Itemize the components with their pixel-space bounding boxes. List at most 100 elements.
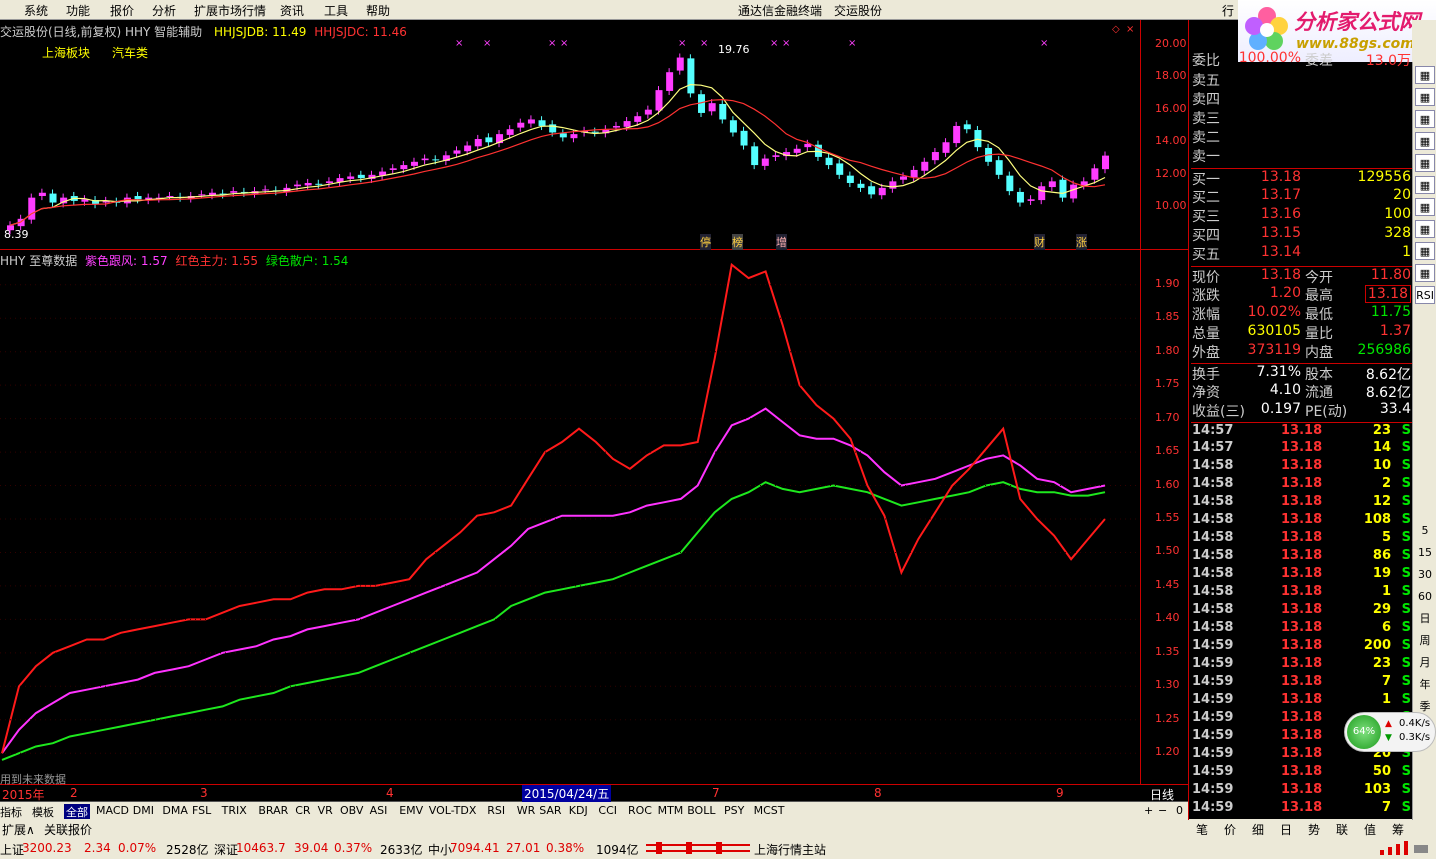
list-icon[interactable]: ▦ (1415, 66, 1435, 84)
event-marker[interactable]: 榜 (732, 234, 743, 250)
chart-icon[interactable]: ▦ (1415, 176, 1435, 194)
buy-label: 买四 (1192, 228, 1220, 244)
tab-指标[interactable]: 指标 (0, 804, 22, 820)
ext-button[interactable]: 扩展∧ (2, 821, 35, 838)
tab-roc[interactable]: ROC (628, 804, 652, 817)
tab-psy[interactable]: PSY (724, 804, 744, 817)
tab-boll[interactable]: BOLL (687, 804, 715, 817)
line-icon[interactable]: ▦ (1415, 154, 1435, 172)
tab-rsi[interactable]: RSI (487, 804, 505, 817)
related-quote-button[interactable]: 关联报价 (44, 821, 92, 838)
reset-button[interactable]: 0 (1176, 804, 1183, 817)
tab-cci[interactable]: CCI (598, 804, 617, 817)
period-button[interactable]: 月 (1415, 654, 1435, 672)
quote-tab[interactable]: 价 (1224, 821, 1236, 838)
tick-row: 14:59 13.18 1 S (1191, 692, 1413, 710)
tab-obv[interactable]: OBV (340, 804, 363, 817)
period-button[interactable]: 60 (1415, 588, 1435, 606)
x-label-4: 4 (386, 786, 394, 800)
server-station[interactable]: 上海行情主站 (754, 841, 826, 858)
tick-price: 13.18 (1281, 530, 1323, 545)
event-marker[interactable]: 涨 (1076, 234, 1087, 250)
candle-body (166, 196, 174, 198)
quote-tab[interactable]: 筹 (1392, 821, 1404, 838)
tab-asi[interactable]: ASI (370, 804, 388, 817)
candle-body (889, 181, 897, 189)
zoom-in-button[interactable]: + (1144, 804, 1153, 817)
tab-vol-tdx[interactable]: VOL-TDX (429, 804, 477, 817)
menu-ext-market[interactable]: 扩展市场行情 (194, 2, 266, 19)
tab-emv[interactable]: EMV (399, 804, 423, 817)
tab-vr[interactable]: VR (318, 804, 333, 817)
tab-fsl[interactable]: FSL (192, 804, 211, 817)
zoom-out-button[interactable]: − (1158, 804, 1167, 817)
event-marker[interactable]: 增 (776, 234, 787, 250)
quote-tab[interactable]: 值 (1364, 821, 1376, 838)
grid-icon[interactable]: ▦ (1415, 88, 1435, 106)
network-widget[interactable]: 64% ▲ 0.4K/s ▼ 0.3K/s (1344, 712, 1436, 752)
kline-icon[interactable]: ▦ (1415, 198, 1435, 216)
tick-volume: 50 (1372, 764, 1391, 779)
bar-icon[interactable]: ▦ (1415, 132, 1435, 150)
tab-kdj[interactable]: KDJ (569, 804, 588, 817)
tab-模板[interactable]: 模板 (32, 804, 54, 820)
period-button[interactable]: 周 (1415, 632, 1435, 650)
quote-tab[interactable]: 笔 (1196, 821, 1208, 838)
tab-cr[interactable]: CR (295, 804, 310, 817)
tick-price: 13.18 (1281, 566, 1323, 581)
candle-body (666, 72, 674, 91)
candle-body (644, 109, 652, 115)
tick-row: 14:57 13.18 23 S (1191, 422, 1413, 440)
tab-dmi[interactable]: DMI (133, 804, 154, 817)
up-arrow-icon: ▲ (1385, 719, 1392, 729)
menu-function[interactable]: 功能 (66, 2, 90, 19)
quote-tab[interactable]: 联 (1336, 821, 1348, 838)
event-marker[interactable]: 财 (1034, 234, 1045, 250)
candle-body (315, 183, 323, 185)
tick-time: 14:59 (1192, 800, 1234, 815)
tick-volume: 86 (1372, 548, 1391, 563)
menu-help[interactable]: 帮助 (366, 2, 390, 19)
flag-icon[interactable]: ▦ (1415, 242, 1435, 260)
sh-pct: 0.07% (118, 841, 157, 855)
menu-quote[interactable]: 报价 (110, 2, 134, 19)
rsi-icon[interactable]: RSI (1415, 286, 1435, 304)
quote-tab[interactable]: 势 (1308, 821, 1320, 838)
candle-body (134, 196, 142, 200)
candle-body (527, 119, 535, 124)
period-button[interactable]: 15 (1415, 544, 1435, 562)
tick-price: 13.18 (1281, 494, 1323, 509)
menu-analysis[interactable]: 分析 (152, 2, 176, 19)
buy-volume: 100 (1384, 206, 1411, 222)
tab-trix[interactable]: TRIX (222, 804, 247, 817)
tab-wr[interactable]: WR (517, 804, 536, 817)
period-button[interactable]: 日 (1415, 610, 1435, 628)
menu-system[interactable]: 系统 (24, 2, 48, 19)
tools-icon[interactable]: ▦ (1415, 220, 1435, 238)
tab-全部[interactable]: 全部 (64, 804, 90, 820)
menu-news[interactable]: 资讯 (280, 2, 304, 19)
event-marker[interactable]: 停 (700, 234, 711, 250)
tab-mcst[interactable]: MCST (754, 804, 785, 817)
tab-brar[interactable]: BRAR (258, 804, 288, 817)
tab-sar[interactable]: SAR (539, 804, 561, 817)
tab-macd[interactable]: MACD (96, 804, 129, 817)
quote-tab[interactable]: 日 (1280, 821, 1292, 838)
period-button[interactable]: 5 (1415, 522, 1435, 540)
tick-flag: S (1401, 476, 1411, 491)
tick-flag: S (1401, 638, 1411, 653)
period-label[interactable]: 日线 (1150, 786, 1174, 803)
stat-label: 现价 (1192, 270, 1220, 286)
menu-tools[interactable]: 工具 (324, 2, 348, 19)
tick-row: 14:59 13.18 103 S (1191, 782, 1413, 800)
stat-label-2: 最高 (1305, 288, 1333, 304)
tick-flag: S (1401, 566, 1411, 581)
table-icon[interactable]: ▦ (1415, 110, 1435, 128)
quote-tab[interactable]: 细 (1252, 821, 1264, 838)
period-button[interactable]: 30 (1415, 566, 1435, 584)
sell-label: 卖二 (1192, 130, 1220, 146)
wave-icon[interactable]: ▦ (1415, 264, 1435, 282)
period-button[interactable]: 年 (1415, 676, 1435, 694)
tab-mtm[interactable]: MTM (658, 804, 684, 817)
tab-dma[interactable]: DMA (162, 804, 188, 817)
